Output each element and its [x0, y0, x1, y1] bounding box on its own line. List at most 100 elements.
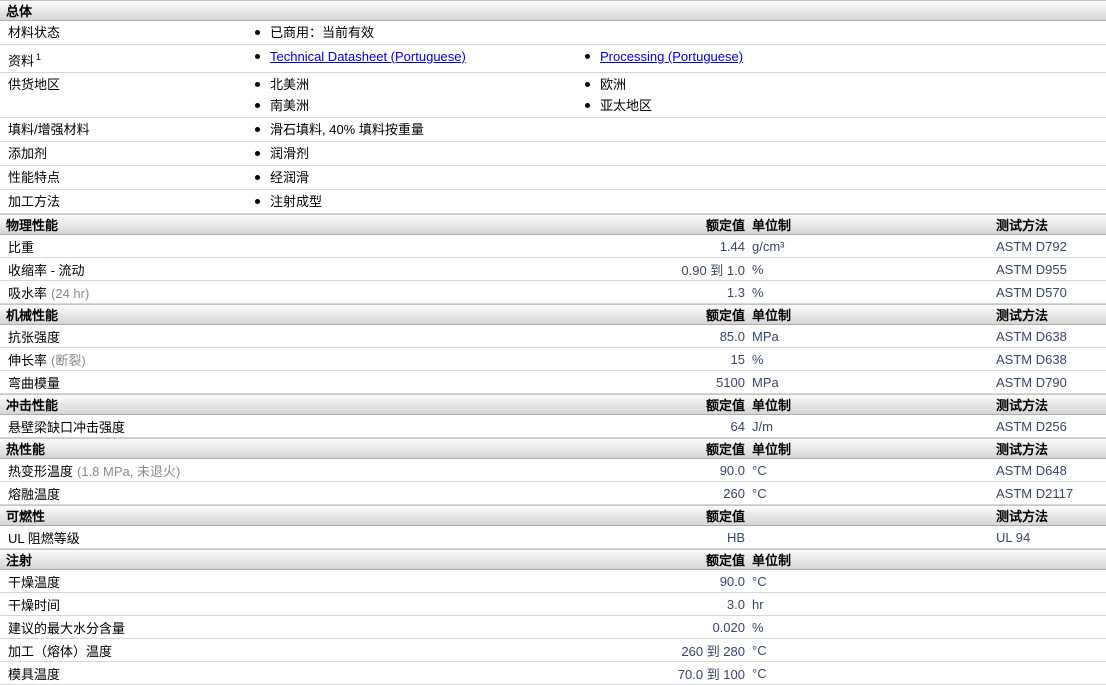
filler-value: 滑石填料, 40% 填料按重量	[270, 122, 424, 138]
property-label: 抗张强度	[8, 329, 61, 345]
list-item: 滑石填料, 40% 填料按重量	[250, 121, 580, 139]
section-title: 热性能	[6, 442, 46, 458]
col-header-rated-value: 额定值	[705, 308, 745, 324]
col-header-unit: 单位制	[752, 442, 792, 458]
section-title: 机械性能	[6, 308, 59, 324]
property-label: 性能特点	[8, 170, 61, 186]
features-value: 经润滑	[270, 170, 310, 186]
property-condition: (24 hr)	[51, 285, 90, 301]
property-row-mold-temp: 模具温度 70.0 到 100 °C	[0, 662, 1106, 685]
col-header-rated-value: 额定值	[705, 442, 745, 458]
region-value: 欧洲	[600, 77, 627, 93]
list-item: 欧洲	[580, 76, 1106, 94]
col-header-test-method: 测试方法	[996, 308, 1049, 324]
col-header-unit: 单位制	[752, 308, 792, 324]
property-value: 15	[730, 351, 745, 367]
property-row-izod-impact: 悬壁梁缺口冲击强度 64 J/m ASTM D256	[0, 415, 1106, 439]
property-value: 1.44	[719, 238, 745, 254]
test-method: ASTM D790	[996, 374, 1067, 390]
col-header-rated-value: 额定值	[705, 218, 745, 234]
property-label: 比重	[8, 239, 35, 255]
property-label: 加工（熔体）温度	[8, 643, 113, 659]
bullet-icon	[255, 175, 260, 181]
additive-value: 润滑剂	[270, 146, 310, 162]
test-method: ASTM D570	[996, 284, 1067, 300]
col-header-test-method: 测试方法	[996, 509, 1049, 525]
property-unit: MPa	[752, 328, 779, 344]
property-row-tensile-strength: 抗张强度 85.0 MPa ASTM D638	[0, 325, 1106, 349]
section-title: 注射	[6, 553, 33, 569]
property-value: 260	[723, 485, 745, 501]
property-value: 0.020	[712, 619, 745, 635]
col-header-unit: 单位制	[752, 398, 792, 414]
section-header-impact: 冲击性能 额定值 单位制 测试方法	[0, 394, 1106, 416]
property-label: 吸水率	[8, 285, 48, 301]
test-method: ASTM D2117	[996, 485, 1074, 501]
property-value: 260 到 280	[681, 643, 745, 659]
property-condition: (1.8 MPa, 未退火)	[77, 463, 181, 479]
property-row-drying-time: 干燥时间 3.0 hr	[0, 593, 1106, 617]
technical-datasheet-link[interactable]: Technical Datasheet (Portuguese)	[270, 48, 466, 66]
property-row-elongation: 伸长率 (断裂) 15 % ASTM D638	[0, 348, 1106, 372]
region-value: 南美洲	[270, 98, 310, 114]
region-value: 亚太地区	[600, 98, 653, 114]
section-header-flammability: 可燃性 额定值 测试方法	[0, 505, 1106, 527]
material-datasheet: 总体 材料状态 已商用：当前有效 资料 1 Technical Datasheet…	[0, 0, 1106, 685]
processing-value: 注射成型	[270, 194, 323, 210]
section-title: 冲击性能	[6, 398, 59, 414]
section-title: 总体	[6, 4, 33, 19]
property-label: 干燥时间	[8, 597, 61, 613]
property-value: 64	[730, 418, 745, 434]
section-title: 可燃性	[6, 509, 46, 525]
property-unit: %	[752, 284, 764, 300]
property-row-melting-temp: 熔融温度 260 °C ASTM D2117	[0, 482, 1106, 506]
property-label: 加工方法	[8, 194, 61, 210]
property-row-drying-temp: 干燥温度 90.0 °C	[0, 570, 1106, 594]
test-method: ASTM D638	[996, 328, 1067, 344]
property-row-ul-flame-rating: UL 阻燃等级 HB UL 94	[0, 526, 1106, 550]
property-value: 3.0	[726, 596, 745, 612]
test-method: ASTM D638	[996, 351, 1067, 367]
bullet-icon	[255, 127, 260, 133]
row-material-status: 材料状态 已商用：当前有效	[0, 21, 1106, 45]
list-item: 南美洲	[250, 97, 580, 115]
processing-datasheet-link[interactable]: Processing (Portuguese)	[600, 48, 743, 66]
region-value: 北美洲	[270, 77, 310, 93]
property-unit: %	[752, 261, 764, 277]
property-label: 悬壁梁缺口冲击强度	[8, 419, 126, 435]
col-header-unit: 单位制	[752, 553, 792, 569]
list-item: Processing (Portuguese)	[580, 48, 1106, 66]
col-header-rated-value: 额定值	[705, 398, 745, 414]
property-label: 弯曲模量	[8, 375, 61, 391]
section-header-general: 总体	[0, 0, 1106, 21]
property-unit: °C	[752, 665, 767, 681]
property-label: 建议的最大水分含量	[8, 620, 126, 636]
section-header-injection: 注射 额定值 单位制	[0, 549, 1106, 571]
list-item: 北美洲	[250, 76, 580, 94]
bullet-icon	[255, 103, 260, 109]
bullet-icon	[585, 54, 590, 59]
property-value: 85.0	[719, 328, 745, 344]
property-unit: MPa	[752, 374, 779, 390]
property-label: 伸长率	[8, 352, 48, 368]
test-method: ASTM D792	[996, 238, 1067, 254]
property-row-water-absorption: 吸水率 (24 hr) 1.3 % ASTM D570	[0, 281, 1106, 305]
property-label: 干燥温度	[8, 574, 61, 590]
test-method: ASTM D648	[996, 462, 1067, 478]
col-header-unit: 单位制	[752, 218, 792, 234]
property-row-specific-gravity: 比重 1.44 g/cm³ ASTM D792	[0, 235, 1106, 259]
section-header-mechanical: 机械性能 额定值 单位制 测试方法	[0, 304, 1106, 326]
test-method: UL 94	[996, 529, 1031, 545]
property-label: 资料	[8, 53, 35, 69]
status-value: 已商用：当前有效	[270, 25, 375, 40]
list-item: 经润滑	[250, 169, 580, 187]
property-unit: °C	[752, 462, 767, 478]
bullet-icon	[585, 103, 590, 109]
property-label: 熔融温度	[8, 486, 61, 502]
bullet-icon	[255, 30, 260, 35]
property-value: 0.90 到 1.0	[681, 262, 745, 278]
row-availability: 供货地区 北美洲 南美洲 欧洲 亚太地区	[0, 73, 1106, 119]
property-value: 5100	[716, 374, 745, 390]
property-value: 70.0 到 100	[677, 666, 745, 682]
list-item: 已商用：当前有效	[250, 24, 580, 42]
